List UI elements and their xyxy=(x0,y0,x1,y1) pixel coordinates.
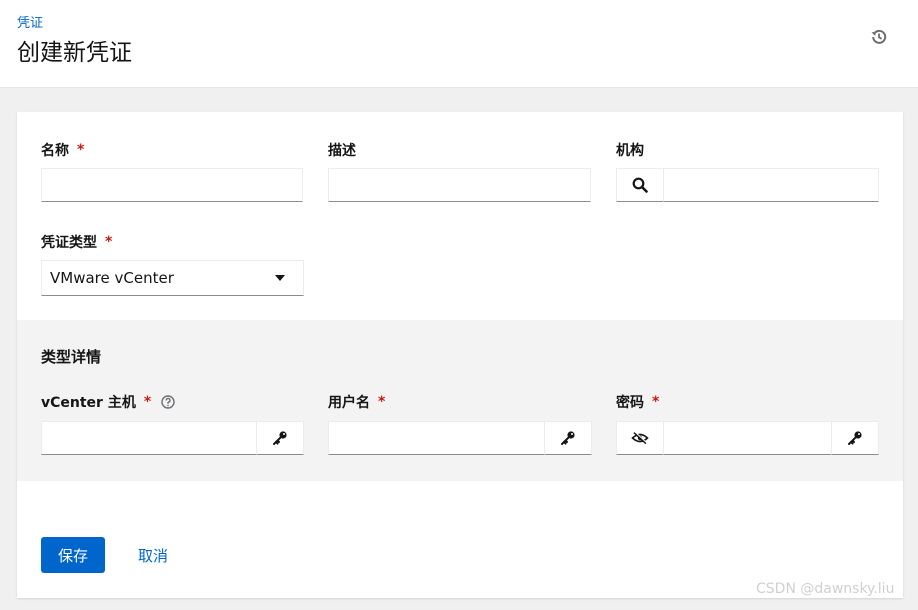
vcenter-host-label: vCenter 主机 * xyxy=(41,392,175,412)
password-label: 密码 * xyxy=(616,394,660,411)
description-label: 描述 xyxy=(328,143,356,159)
save-button[interactable]: 保存 xyxy=(41,537,105,573)
history-icon xyxy=(871,29,887,44)
history-button[interactable] xyxy=(866,25,892,49)
breadcrumb-credentials[interactable]: 凭证 xyxy=(17,12,43,31)
help-icon[interactable] xyxy=(161,395,175,409)
caret-down-icon xyxy=(275,275,285,281)
question-circle-icon xyxy=(161,395,175,409)
key-icon xyxy=(273,431,287,445)
username-label: 用户名 * xyxy=(328,394,386,411)
page-header: 凭证 创建新凭证 xyxy=(0,0,918,88)
key-icon xyxy=(848,431,862,445)
description-input[interactable] xyxy=(328,168,591,202)
page-title: 创建新凭证 xyxy=(17,40,132,66)
name-input[interactable] xyxy=(41,168,303,202)
type-details-title: 类型详情 xyxy=(41,348,102,366)
type-details-section: 类型详情 vCenter 主机 * 用户名 * 密码 * xyxy=(17,320,903,481)
cancel-button[interactable]: 取消 xyxy=(129,537,177,573)
vcenter-host-key-button[interactable] xyxy=(256,421,304,455)
organization-input[interactable] xyxy=(663,168,879,202)
username-key-button[interactable] xyxy=(544,421,592,455)
credential-form-card: 名称 * 描述 机构 凭证类型 * VMware vCenter 类型详情 vCen… xyxy=(17,112,903,598)
organization-search-button[interactable] xyxy=(616,168,664,202)
password-input[interactable] xyxy=(663,421,833,455)
vcenter-host-input[interactable] xyxy=(41,421,257,455)
credential-type-select[interactable]: VMware vCenter xyxy=(41,260,304,296)
password-visibility-toggle[interactable] xyxy=(616,421,664,455)
search-icon xyxy=(632,177,648,193)
credential-type-value: VMware vCenter xyxy=(50,269,174,287)
key-icon xyxy=(561,431,575,445)
username-input[interactable] xyxy=(328,421,545,455)
eye-slash-icon xyxy=(631,431,649,445)
password-key-button[interactable] xyxy=(831,421,879,455)
organization-label: 机构 xyxy=(616,143,644,159)
watermark: CSDN @dawnsky.liu xyxy=(756,581,895,597)
credential-type-label: 凭证类型 * xyxy=(41,234,113,251)
name-label: 名称 * xyxy=(41,142,85,159)
